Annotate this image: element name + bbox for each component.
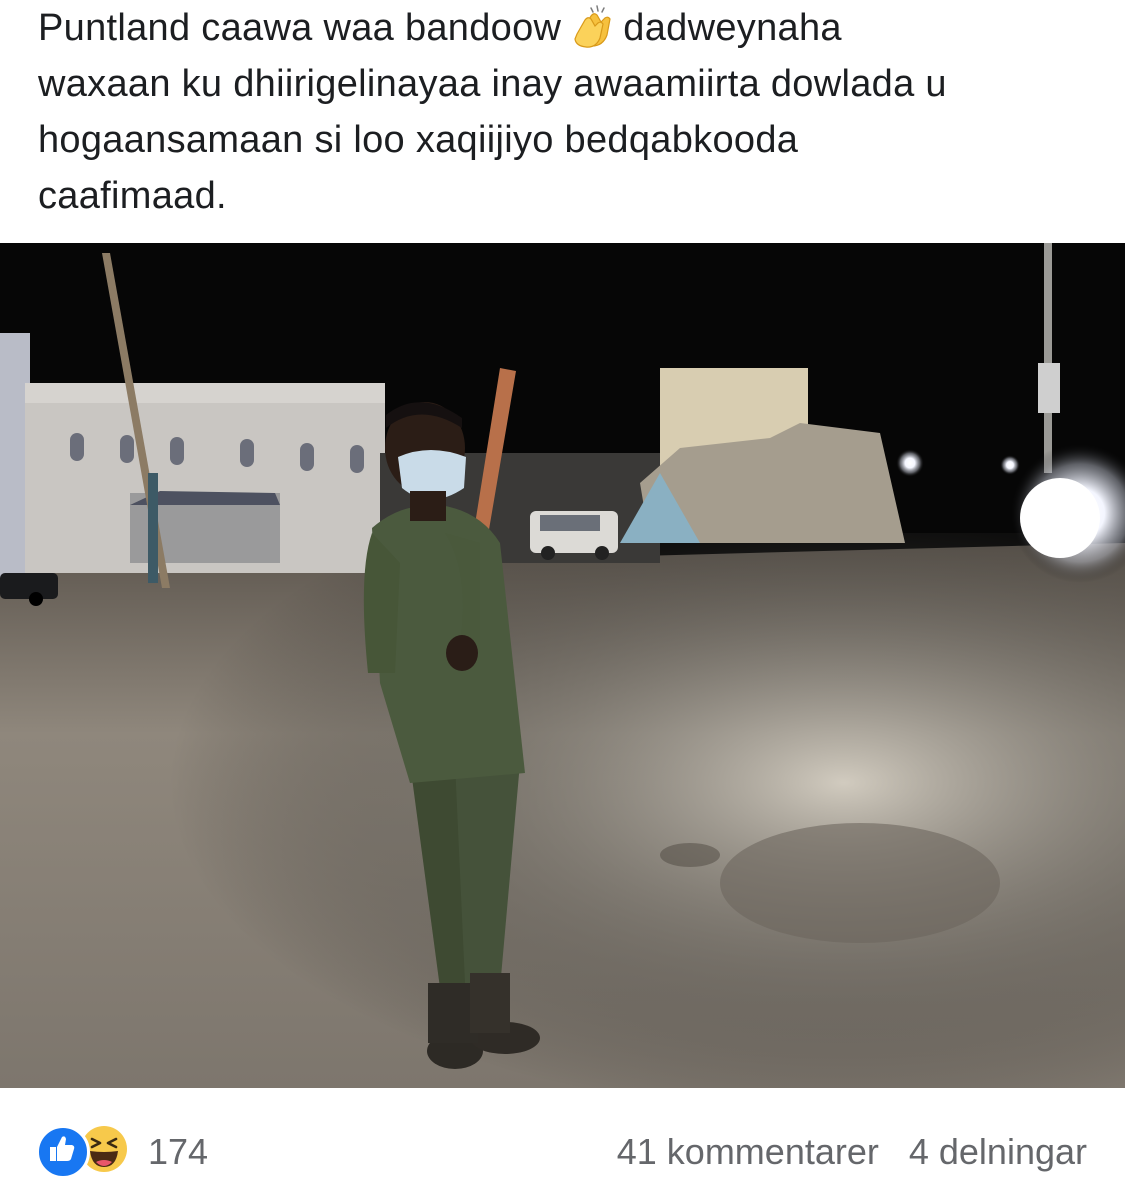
post-text-segment: Puntland caawa waa bandoow — [38, 7, 562, 49]
reaction-count: 174 — [148, 1131, 209, 1172]
night-street-photo — [0, 243, 1125, 1088]
post-text-line-3: hogaansamaan si loo xaqiijiyo bedqabkood… — [38, 119, 799, 161]
engagement-stats: 41 kommentarer 4 delningar — [617, 1128, 1087, 1176]
post-text: Puntland caawa waa bandoow dadweynaha wa… — [38, 0, 1098, 224]
clapping-hands-icon — [574, 5, 611, 48]
post-text-line-4: caafimaad. — [38, 175, 227, 217]
post-text-segment: dadweynaha — [623, 7, 842, 49]
like-icon — [36, 1125, 90, 1179]
post-text-line-2: waxaan ku dhiirigelinayaa inay awaamiirt… — [38, 63, 947, 105]
reactions-summary[interactable]: 174 — [36, 1125, 209, 1179]
comments-link[interactable]: 41 kommentarer — [617, 1131, 879, 1173]
post-photo[interactable] — [0, 243, 1125, 1088]
post-footer: 174 41 kommentarer 4 delningar — [0, 1088, 1125, 1195]
post-text-line-1: Puntland caawa waa bandoow dadweynaha — [38, 0, 1098, 56]
shares-link[interactable]: 4 delningar — [909, 1131, 1087, 1173]
